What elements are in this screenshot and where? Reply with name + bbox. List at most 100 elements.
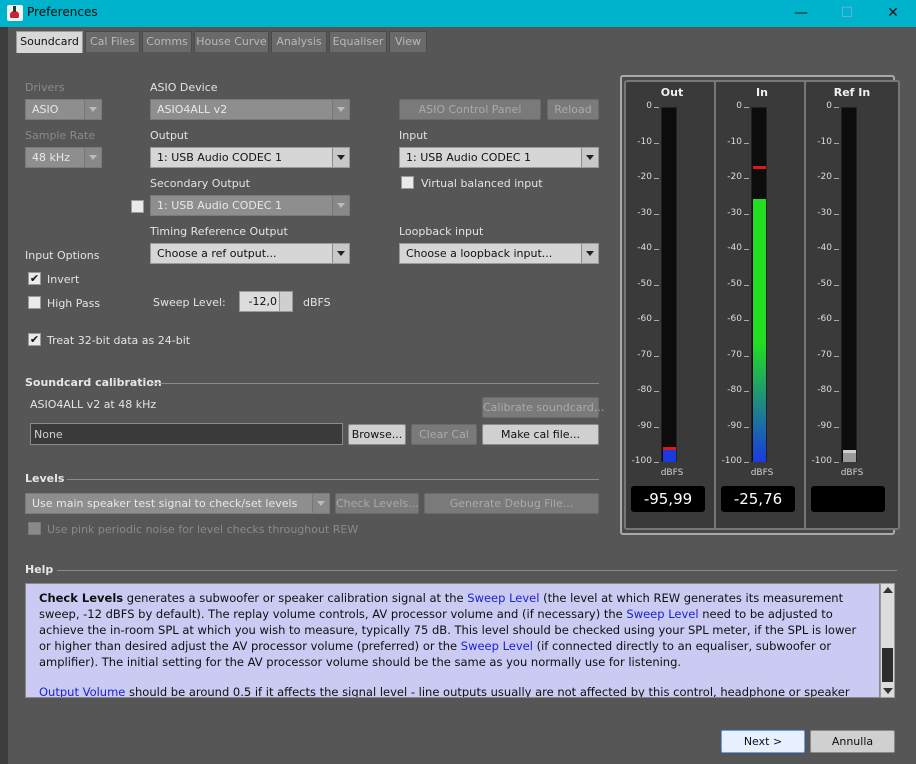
meter-tick <box>654 426 659 428</box>
minimize-button[interactable]: — <box>778 0 824 27</box>
meter-tick-label: -10 <box>817 136 832 147</box>
meter-tick <box>654 320 659 321</box>
meter-tick-label: -90 <box>817 420 832 431</box>
drivers-label: Drivers <box>25 81 65 94</box>
meter-tick <box>654 213 659 215</box>
virtual-balanced-checkbox[interactable] <box>401 176 414 189</box>
secondary-output-label: Secondary Output <box>150 177 250 190</box>
meter-tick <box>834 213 839 215</box>
tab-equaliser[interactable]: Equaliser <box>329 31 387 52</box>
input-label: Input <box>399 129 428 142</box>
chevron-down-icon <box>332 148 349 167</box>
next-button[interactable]: Next > <box>721 730 805 753</box>
chevron-down-icon <box>581 244 598 263</box>
meter-title: Ref In <box>833 86 871 99</box>
close-button[interactable]: ✕ <box>870 0 916 27</box>
meter-tick-label: -90 <box>727 420 742 431</box>
cancel-button[interactable]: Annulla <box>810 730 895 753</box>
chevron-down-icon <box>84 100 101 119</box>
chevron-down-icon <box>332 100 349 119</box>
scroll-up-icon[interactable] <box>883 587 893 593</box>
treat32-checkbox[interactable]: ✔ <box>28 333 41 346</box>
scroll-down-icon[interactable] <box>883 688 893 694</box>
meter-tick <box>744 320 749 321</box>
spinner-arrows-icon[interactable] <box>279 292 292 311</box>
tab-comms[interactable]: Comms <box>142 31 192 52</box>
sweep-level-value: -12,0 <box>248 295 277 308</box>
sweep-level-spinner[interactable]: -12,0 <box>239 291 293 312</box>
divider <box>57 570 897 571</box>
secondary-output-select[interactable]: 1: USB Audio CODEC 1 <box>150 195 350 216</box>
levels-mode-select[interactable]: Use main speaker test signal to check/se… <box>25 493 330 514</box>
tab-soundcard[interactable]: Soundcard <box>16 31 83 53</box>
meter-tick-label: -60 <box>637 314 652 324</box>
make-cal-file-button[interactable]: Make cal file... <box>482 424 599 445</box>
tab-house-curve[interactable]: House Curve <box>194 31 269 52</box>
tab-analysis[interactable]: Analysis <box>271 31 327 52</box>
invert-label: Invert <box>47 273 80 286</box>
help-link[interactable]: Output Volume <box>39 685 125 697</box>
chevron-down-icon <box>312 494 329 513</box>
meter-tick-label: 0 <box>736 101 742 111</box>
browse-button[interactable]: Browse... <box>348 424 406 445</box>
meter-peak-marker <box>753 166 766 170</box>
meter-tick-label: -80 <box>727 385 742 395</box>
virtual-balanced-label: Virtual balanced input <box>421 177 543 190</box>
pink-noise-checkbox[interactable] <box>28 522 41 535</box>
sweep-level-unit: dBFS <box>303 296 331 309</box>
meter-tick <box>744 284 749 286</box>
chevron-down-icon <box>84 148 101 167</box>
asio-device-select[interactable]: ASIO4ALL v2 <box>150 99 350 120</box>
sample-rate-select[interactable]: 48 kHz <box>25 147 102 168</box>
scrollbar-thumb[interactable] <box>882 648 893 682</box>
tab-view[interactable]: View <box>389 31 427 52</box>
meter-title: Out <box>660 86 684 99</box>
meter-tick-label: -60 <box>817 314 832 324</box>
meter-tick <box>834 320 839 321</box>
help-link[interactable]: Sweep Level <box>461 639 533 653</box>
meter-tick <box>744 213 749 215</box>
output-label: Output <box>150 129 189 142</box>
timing-ref-label: Timing Reference Output <box>150 225 288 238</box>
generate-debug-button[interactable]: Generate Debug File... <box>424 493 599 514</box>
meter-readout: -25,76 <box>721 486 795 512</box>
meter-tick-label: 0 <box>646 101 652 111</box>
meter-tick <box>744 426 749 428</box>
output-select[interactable]: 1: USB Audio CODEC 1 <box>150 147 350 168</box>
tab-cal-files[interactable]: Cal Files <box>85 31 140 52</box>
input-select[interactable]: 1: USB Audio CODEC 1 <box>399 147 599 168</box>
secondary-output-checkbox[interactable] <box>131 200 144 213</box>
meter-tick <box>834 391 839 392</box>
high-pass-checkbox[interactable] <box>28 296 41 309</box>
maximize-button[interactable]: ☐ <box>824 0 870 27</box>
invert-checkbox[interactable]: ✔ <box>28 272 41 285</box>
meter-track <box>841 107 857 462</box>
help-scrollbar[interactable] <box>880 583 895 698</box>
help-text: Check Levels generates a subwoofer or sp… <box>25 583 880 698</box>
meter-tick <box>744 462 749 463</box>
sweep-level-label: Sweep Level: <box>153 296 226 309</box>
cal-file-field[interactable]: None <box>30 423 343 445</box>
calibrate-soundcard-button[interactable]: Calibrate soundcard... <box>482 397 604 418</box>
meter-tick-label: -40 <box>727 243 742 253</box>
meter-unit: dBFS <box>660 468 684 478</box>
clear-cal-button[interactable]: Clear Cal <box>411 424 477 445</box>
asio-control-panel-button[interactable]: ASIO Control Panel <box>399 99 541 120</box>
meter-tick <box>834 462 839 463</box>
reload-button[interactable]: Reload <box>547 99 599 120</box>
meter-tick <box>654 142 659 144</box>
drivers-select[interactable]: ASIO <box>25 99 102 120</box>
help-paragraph: Check Levels generates a subwoofer or sp… <box>39 590 866 670</box>
meter-tick-label: -70 <box>727 349 742 360</box>
meter-tick-label: -80 <box>637 385 652 395</box>
meter-tick <box>654 462 659 463</box>
meter-tick <box>654 107 659 108</box>
help-bold-text: Check Levels <box>39 591 124 605</box>
check-levels-button[interactable]: Check Levels... <box>335 493 419 514</box>
help-link[interactable]: Sweep Level <box>626 607 698 621</box>
meter-tick <box>834 142 839 144</box>
loopback-select[interactable]: Choose a loopback input... <box>399 243 599 264</box>
chevron-down-icon <box>332 244 349 263</box>
timing-ref-select[interactable]: Choose a ref output... <box>150 243 350 264</box>
help-link[interactable]: Sweep Level <box>467 591 539 605</box>
